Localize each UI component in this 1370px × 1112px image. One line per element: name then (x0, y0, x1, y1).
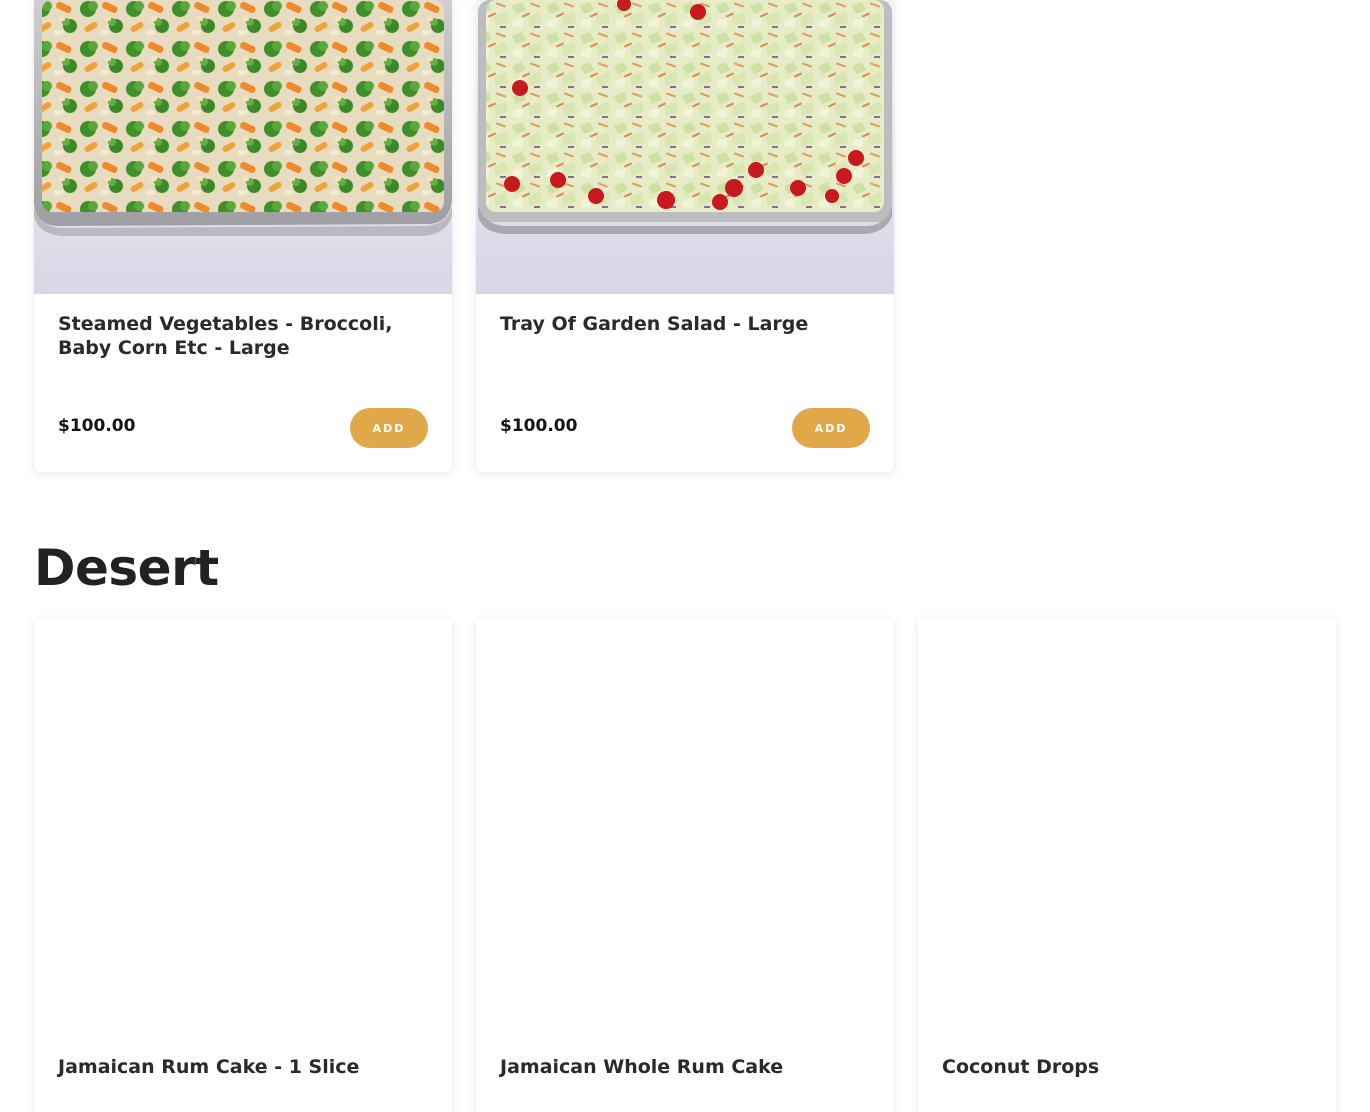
menu-item-name[interactable]: Tray Of Garden Salad - Large (500, 312, 860, 336)
menu-item-name[interactable]: Jamaican Rum Cake - 1 Slice (58, 1055, 418, 1079)
steamed-vegetables-photo (34, 0, 452, 294)
garden-salad-photo (476, 0, 894, 294)
category-heading: Desert (34, 539, 219, 597)
menu-item-card[interactable]: Jamaican Whole Rum Cake (476, 619, 894, 1112)
menu-item-card[interactable]: Tray Of Garden Salad - Large $100.00 ADD (476, 0, 894, 472)
add-to-cart-button[interactable]: ADD (792, 408, 870, 448)
menu-item-image-placeholder[interactable] (476, 619, 894, 1029)
menu-item-image[interactable] (476, 0, 894, 294)
menu-item-card[interactable]: Steamed Vegetables - Broccoli, Baby Corn… (34, 0, 452, 472)
menu-item-image-placeholder[interactable] (34, 619, 452, 1029)
menu-item-card[interactable]: Coconut Drops (918, 619, 1336, 1112)
menu-item-name[interactable]: Steamed Vegetables - Broccoli, Baby Corn… (58, 312, 418, 360)
menu-item-card[interactable]: Jamaican Rum Cake - 1 Slice (34, 619, 452, 1112)
menu-item-name[interactable]: Coconut Drops (942, 1055, 1302, 1079)
menu-item-price: $100.00 (58, 416, 136, 436)
menu-page: Steamed Vegetables - Broccoli, Baby Corn… (0, 0, 1370, 1112)
menu-item-image[interactable] (34, 0, 452, 294)
menu-item-name[interactable]: Jamaican Whole Rum Cake (500, 1055, 860, 1079)
add-to-cart-button[interactable]: ADD (350, 408, 428, 448)
menu-item-price: $100.00 (500, 416, 578, 436)
menu-item-image-placeholder[interactable] (918, 619, 1336, 1029)
